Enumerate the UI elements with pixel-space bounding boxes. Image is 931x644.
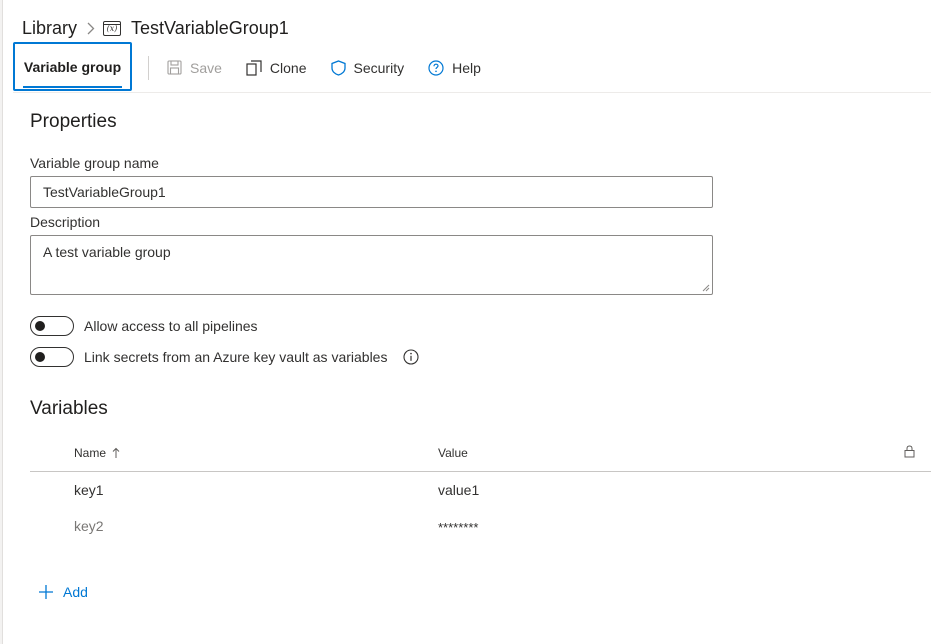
variable-name: key1 bbox=[74, 482, 104, 498]
properties-heading: Properties bbox=[30, 111, 117, 132]
security-label: Security bbox=[353, 59, 405, 76]
save-button[interactable]: Save bbox=[167, 60, 222, 76]
lock-icon bbox=[904, 445, 915, 458]
plus-icon bbox=[39, 585, 53, 599]
link-secrets-label: Link secrets from an Azure key vault as … bbox=[84, 349, 388, 365]
toolbar: Variable group Save Clone Security Help bbox=[13, 42, 931, 93]
table-row[interactable]: key2 ******** bbox=[30, 508, 931, 544]
value-column-header[interactable]: Value bbox=[438, 446, 468, 460]
description-textarea[interactable]: A test variable group bbox=[30, 235, 713, 295]
left-panel-edge bbox=[0, 0, 3, 644]
link-secrets-row: Link secrets from an Azure key vault as … bbox=[30, 347, 420, 367]
group-name-label: Variable group name bbox=[30, 155, 159, 171]
help-label: Help bbox=[452, 59, 481, 76]
toolbar-divider bbox=[148, 55, 149, 80]
help-icon bbox=[428, 59, 444, 76]
toggle-knob bbox=[35, 321, 45, 331]
toggle-knob bbox=[35, 352, 45, 362]
variable-value: value1 bbox=[438, 482, 480, 498]
description-value: A test variable group bbox=[43, 244, 171, 260]
tab-variable-group[interactable]: Variable group bbox=[13, 42, 132, 91]
chevron-right-icon bbox=[87, 22, 95, 35]
variable-name: key2 bbox=[74, 518, 104, 534]
name-column-label: Name bbox=[74, 446, 107, 460]
shield-icon bbox=[330, 59, 346, 76]
variables-heading: Variables bbox=[30, 398, 108, 419]
name-column-header[interactable]: Name bbox=[74, 446, 120, 460]
variable-group-icon: (x) bbox=[103, 20, 122, 36]
breadcrumb-library-link[interactable]: Library bbox=[22, 18, 77, 39]
allow-access-toggle[interactable] bbox=[30, 316, 74, 336]
sort-ascending-icon bbox=[112, 447, 120, 458]
allow-access-label: Allow access to all pipelines bbox=[84, 318, 258, 334]
add-variable-button[interactable]: Add bbox=[38, 584, 88, 600]
help-button[interactable]: Help bbox=[428, 60, 481, 76]
save-label: Save bbox=[190, 59, 222, 76]
description-label: Description bbox=[30, 214, 101, 230]
breadcrumb-current: TestVariableGroup1 bbox=[131, 17, 289, 38]
info-icon[interactable] bbox=[403, 349, 420, 365]
security-button[interactable]: Security bbox=[330, 59, 405, 76]
clone-button[interactable]: Clone bbox=[246, 60, 307, 76]
group-name-input[interactable]: TestVariableGroup1 bbox=[30, 176, 713, 208]
variable-secret-value: ******** bbox=[438, 520, 479, 535]
value-column-label: Value bbox=[438, 446, 468, 460]
clone-icon bbox=[246, 59, 262, 76]
clone-label: Clone bbox=[269, 59, 307, 76]
add-label: Add bbox=[63, 584, 88, 600]
resize-grip-icon[interactable] bbox=[702, 284, 710, 292]
group-name-value: TestVariableGroup1 bbox=[43, 184, 166, 200]
save-icon bbox=[167, 60, 182, 75]
variables-table-header: Name Value bbox=[30, 437, 931, 472]
breadcrumb: Library (x) TestVariableGroup1 bbox=[22, 16, 289, 40]
table-row[interactable]: key1 value1 bbox=[30, 472, 931, 508]
link-secrets-toggle[interactable] bbox=[30, 347, 74, 367]
allow-access-row: Allow access to all pipelines bbox=[30, 316, 258, 336]
